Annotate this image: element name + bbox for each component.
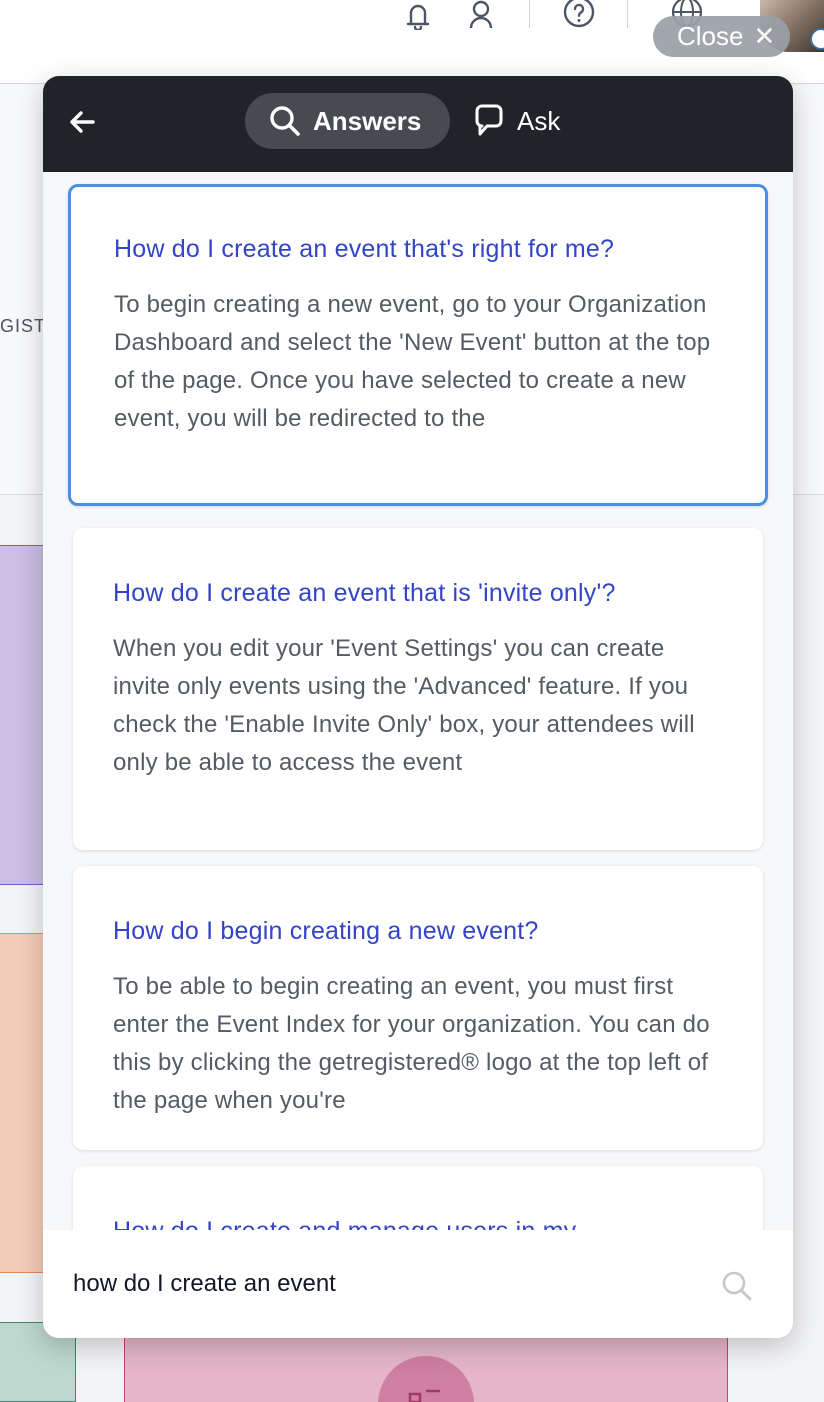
search-bar bbox=[43, 1230, 793, 1338]
result-title[interactable]: How do I create and manage users in my bbox=[113, 1216, 723, 1230]
divider bbox=[627, 0, 628, 28]
result-card[interactable]: How do I begin creating a new event? To … bbox=[73, 866, 763, 1150]
back-button[interactable] bbox=[65, 104, 101, 140]
result-snippet: To begin creating a new event, go to you… bbox=[114, 291, 711, 432]
tab-ask[interactable]: Ask bbox=[469, 93, 589, 149]
chat-bubble-icon bbox=[475, 104, 503, 136]
search-icon bbox=[722, 1271, 752, 1301]
user-icon[interactable] bbox=[463, 0, 499, 30]
search-input[interactable] bbox=[73, 1264, 693, 1304]
widget-header: Answers Ask bbox=[43, 76, 793, 172]
results-list[interactable]: How do I create an event that's right fo… bbox=[43, 172, 793, 1230]
tab-answers[interactable]: Answers bbox=[245, 93, 450, 149]
avatar-badge bbox=[810, 28, 824, 50]
result-title[interactable]: How do I begin creating a new event? bbox=[113, 916, 723, 946]
result-title[interactable]: How do I create an event that's right fo… bbox=[114, 234, 723, 264]
tab-label: Answers bbox=[313, 105, 422, 136]
divider bbox=[529, 0, 530, 28]
result-title[interactable]: How do I create an event that is 'invite… bbox=[113, 578, 723, 608]
close-icon: ✕ bbox=[753, 21, 776, 51]
background-right-panel bbox=[793, 85, 824, 495]
search-submit-button[interactable] bbox=[719, 1268, 755, 1304]
tab-label: Ask bbox=[517, 105, 561, 136]
close-label: Close bbox=[677, 21, 744, 51]
close-button[interactable]: Close ✕ bbox=[653, 16, 790, 57]
list-icon bbox=[408, 1389, 440, 1402]
result-card[interactable]: How do I create and manage users in my bbox=[73, 1166, 763, 1230]
search-icon bbox=[270, 106, 300, 136]
result-card[interactable]: How do I create an event that is 'invite… bbox=[73, 528, 763, 850]
background-card-orange bbox=[0, 933, 44, 1273]
result-snippet: To be able to begin creating an event, y… bbox=[113, 973, 710, 1114]
arrow-left-icon bbox=[70, 111, 95, 133]
result-card[interactable]: How do I create an event that's right fo… bbox=[68, 184, 768, 506]
help-widget: Answers Ask How do I create an event tha… bbox=[43, 76, 793, 1338]
bell-icon[interactable] bbox=[400, 0, 436, 32]
help-icon[interactable] bbox=[561, 0, 597, 30]
result-snippet: When you edit your 'Event Settings' you … bbox=[113, 635, 695, 776]
background-card-purple bbox=[0, 545, 44, 885]
background-text-fragment: GIST bbox=[0, 316, 47, 336]
